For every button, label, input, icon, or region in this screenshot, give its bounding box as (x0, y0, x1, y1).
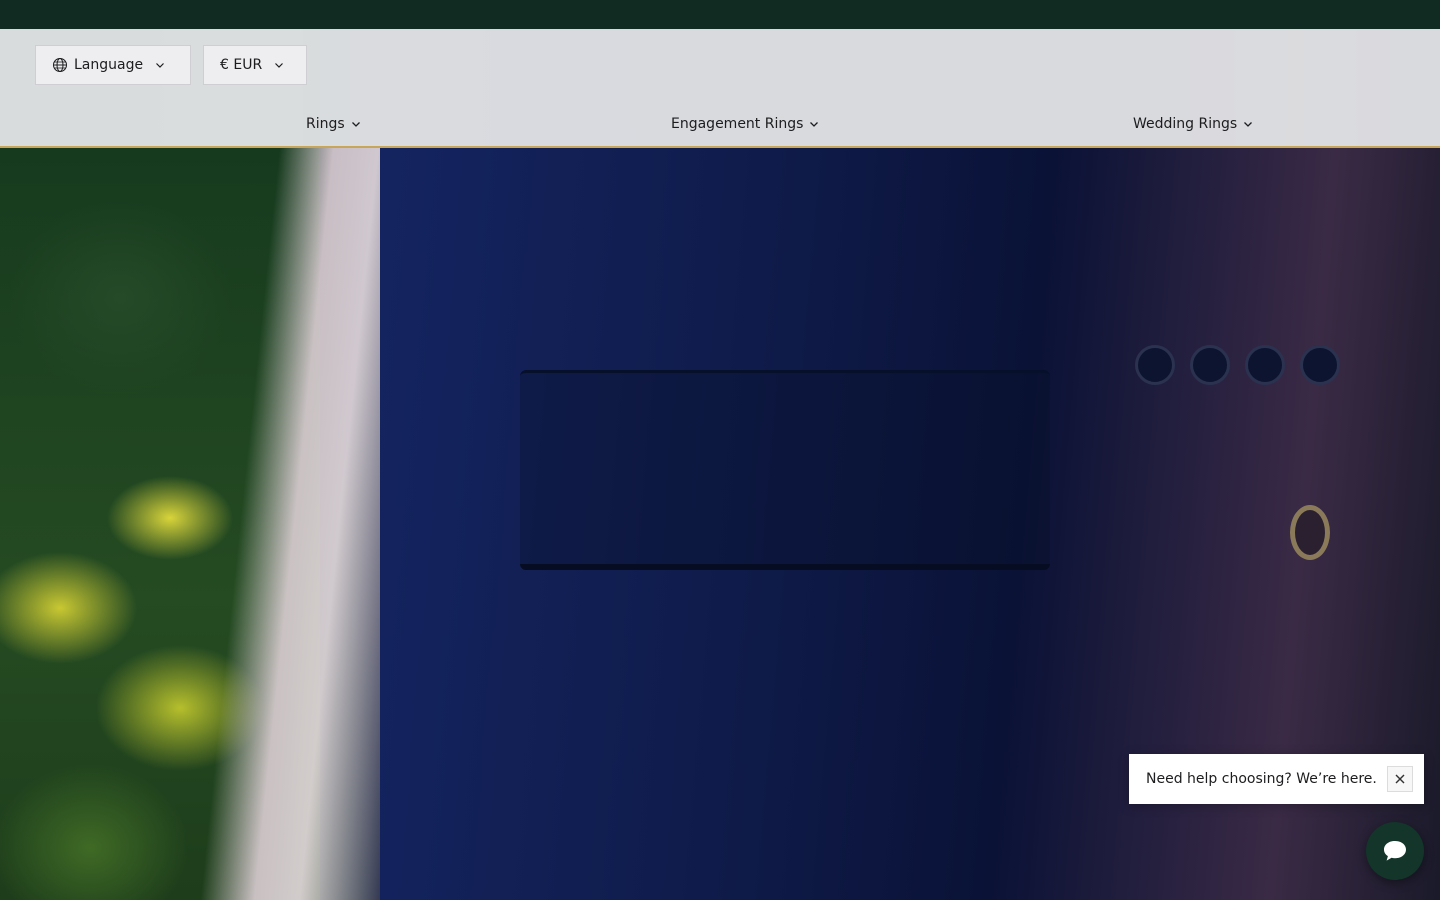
chat-bubble-icon (1384, 841, 1406, 861)
nav-item-label: Engagement Rings (671, 116, 804, 132)
currency-selector-label: € EUR (220, 57, 263, 73)
top-announcement-bar (0, 0, 1440, 29)
nav-item-label: Wedding Rings (1133, 116, 1238, 132)
chat-button[interactable] (1366, 822, 1424, 880)
chevron-down-icon (275, 63, 284, 68)
hero-sleeve-button (1300, 345, 1340, 385)
chevron-down-icon (156, 63, 165, 68)
globe-icon (53, 58, 67, 72)
language-selector[interactable]: Language (35, 45, 191, 85)
nav-item-engagement-rings[interactable]: Engagement Rings (671, 113, 819, 135)
currency-selector[interactable]: € EUR (203, 45, 307, 85)
hero-sleeve-button (1245, 345, 1285, 385)
chevron-down-icon (1244, 122, 1253, 127)
help-message-bubble: Need help choosing? We’re here. (1129, 754, 1424, 804)
nav-item-rings[interactable]: Rings (306, 113, 361, 135)
nav-item-label: Rings (306, 116, 345, 132)
hero-sleeve-button (1190, 345, 1230, 385)
chevron-down-icon (351, 122, 360, 127)
hero-gold-button (1290, 505, 1330, 560)
chevron-down-icon (810, 122, 819, 127)
language-selector-label: Language (74, 57, 144, 73)
nav-item-wedding-rings[interactable]: Wedding Rings (1133, 113, 1253, 135)
close-icon (1395, 774, 1405, 784)
hero-jacket-pocket (520, 370, 1050, 570)
site-header: Language € EUR Rings Engagement Rings We… (0, 29, 1440, 148)
help-close-button[interactable] (1387, 766, 1413, 792)
help-message-text: Need help choosing? We’re here. (1146, 771, 1377, 787)
hero-sleeve-button (1135, 345, 1175, 385)
